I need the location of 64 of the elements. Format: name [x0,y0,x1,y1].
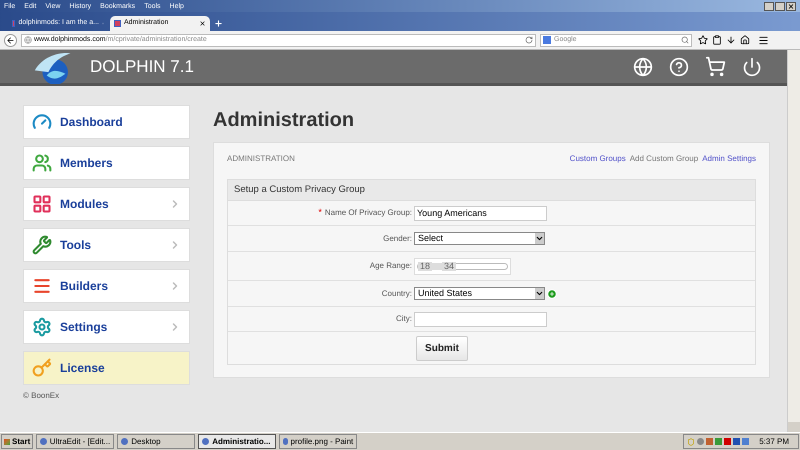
nav-link[interactable]: Admin Settings [702,153,756,165]
menu-icon[interactable] [758,34,769,46]
maximize-icon[interactable] [775,2,785,10]
globe-icon [24,36,32,44]
close-tab-icon[interactable] [199,20,206,27]
bookmark-icon[interactable] [698,35,708,45]
help-icon[interactable] [669,56,689,76]
clock: 5:37 PM [759,436,789,448]
new-tab-icon[interactable] [214,19,223,28]
text-field[interactable] [414,312,547,326]
close-icon[interactable] [786,2,796,10]
range-field[interactable]: 18 34 [414,258,511,274]
sidebar-item[interactable]: Members [23,146,190,180]
site-title: DOLPHIN 7.1 [90,56,194,78]
key-icon [32,358,52,378]
grid-icon [32,194,52,214]
submit-button[interactable]: Submit [416,336,468,360]
taskbar-item[interactable]: profile.png - Paint [279,434,358,449]
current-page-label: Add Custom Group [630,153,698,165]
shield-icon [687,438,696,446]
dropdown-icon [535,288,544,299]
gauge-icon [32,112,52,132]
users-icon [32,153,52,173]
taskbar-item[interactable]: UltraEdit - [Edit... [36,434,114,449]
taskbar-item[interactable]: Desktop [117,434,196,449]
wrench-icon [32,235,52,255]
back-icon[interactable] [4,34,17,46]
sidebar-item[interactable]: Modules [23,187,190,221]
gears-icon [32,317,52,337]
range-handle[interactable]: 34 [442,262,456,270]
dropdown-icon [535,233,544,244]
taskbar-item[interactable]: Administratio... [198,434,276,449]
text-field[interactable]: Young Americans [414,206,547,220]
sidebar-item[interactable]: Dashboard [23,105,190,139]
home-icon[interactable] [740,35,750,45]
minimize-icon[interactable] [764,2,774,10]
field-label: Gender: [383,232,412,244]
sidebar-item[interactable]: Builders [23,269,190,303]
reload-icon[interactable] [525,36,533,44]
field-label: Name Of Privacy Group: [324,207,412,219]
breadcrumb: ADMINISTRATION [227,153,295,165]
clipboard-icon[interactable] [712,35,722,45]
select-field[interactable]: Select [414,232,545,245]
page-title: Administration [213,108,356,133]
field-label: Country: [382,288,412,300]
globe-icon[interactable] [633,56,653,76]
power-icon[interactable] [742,56,762,76]
range-handle[interactable]: 18 [418,262,432,270]
copyright-text: © BoonEx [23,390,60,402]
select-field[interactable]: United States [414,287,545,300]
nav-link[interactable]: Custom Groups [570,153,626,165]
required-asterisk: * [318,206,322,220]
sidebar-item[interactable]: Settings [23,310,190,344]
field-label: Age Range: [370,260,412,272]
download-icon[interactable] [726,35,736,45]
bars-icon [32,276,52,296]
sidebar-item[interactable]: License [23,351,190,385]
start-button[interactable]: Start [1,434,34,449]
sidebar-item[interactable]: Tools [23,228,190,262]
form-title: Setup a Custom Privacy Group [234,182,365,197]
add-icon[interactable] [547,288,557,298]
search-icon[interactable] [681,36,689,44]
field-label: City: [396,313,412,325]
cart-icon[interactable] [705,56,726,77]
